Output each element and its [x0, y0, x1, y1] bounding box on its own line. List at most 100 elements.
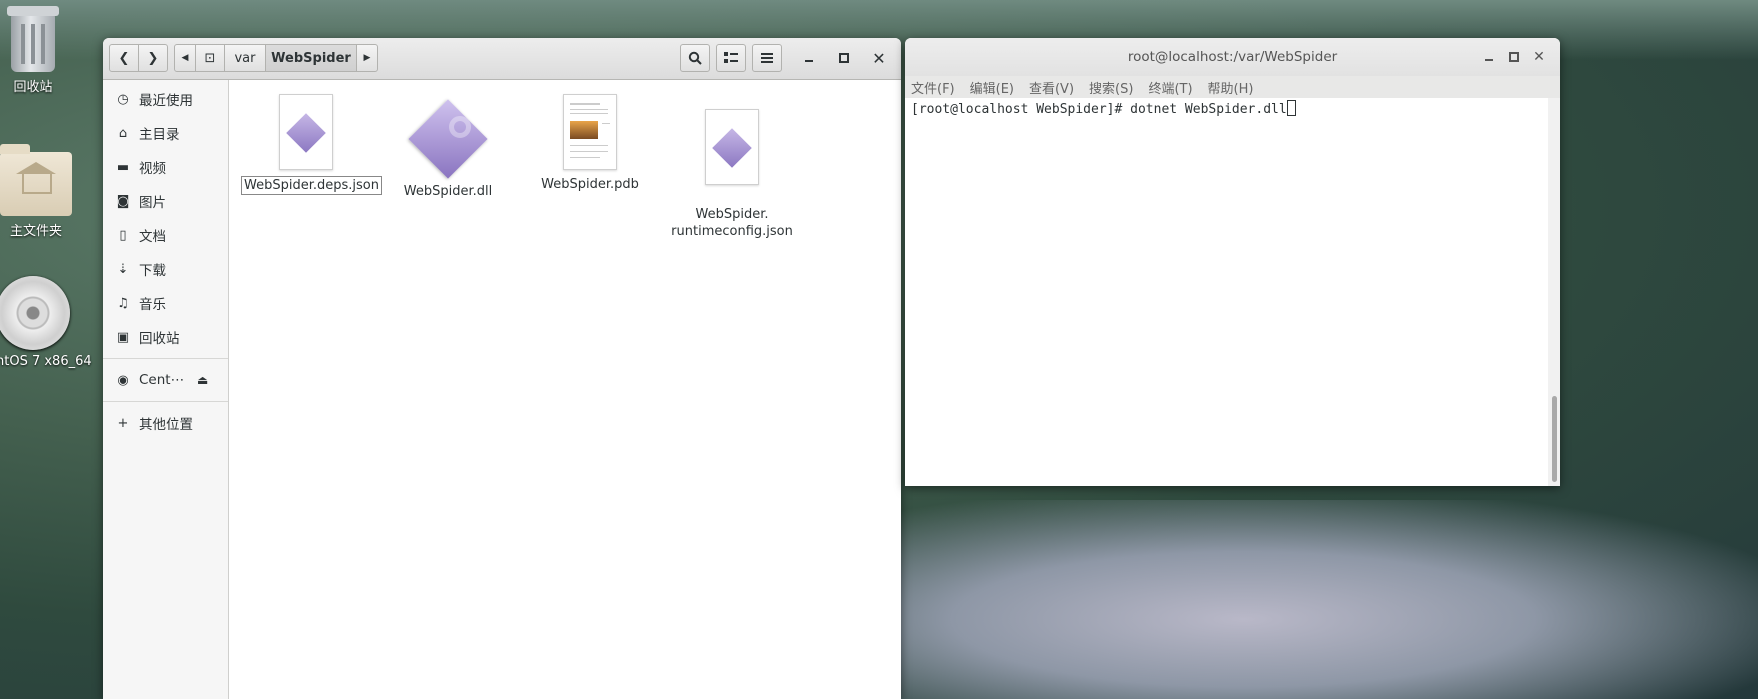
- terminal-window: root@localhost:/var/WebSpider ✕ 文件(F) 编辑…: [905, 38, 1560, 486]
- list-view-icon: [724, 52, 738, 63]
- file-item[interactable]: WebSpider.dll: [383, 94, 513, 200]
- terminal-minimize-button[interactable]: [1477, 45, 1501, 69]
- terminal-line: [root@localhost WebSpider]# dotnet WebSp…: [911, 100, 1542, 117]
- menu-edit[interactable]: 编辑(E): [970, 78, 1014, 97]
- terminal-menubar: 文件(F) 编辑(E) 查看(V) 搜索(S) 终端(T) 帮助(H): [905, 76, 1560, 99]
- camera-icon: ◙: [116, 193, 130, 209]
- sidebar-divider: [103, 401, 228, 402]
- drive-icon: ⊡: [204, 50, 216, 66]
- path-scroll-left-button[interactable]: ◀: [174, 44, 196, 72]
- eject-icon[interactable]: ⏏: [197, 373, 208, 387]
- sidebar-item-downloads[interactable]: ⇣ 下载: [103, 252, 228, 286]
- path-root-button[interactable]: ⊡: [195, 44, 225, 72]
- download-icon: ⇣: [117, 261, 129, 277]
- terminal-prompt: [root@localhost WebSpider]# dotnet WebSp…: [911, 102, 1287, 117]
- sidebar-item-label: Cent⋯: [139, 372, 185, 388]
- sidebar-item-centos-disc[interactable]: ◉ Cent⋯ ⏏: [103, 363, 228, 397]
- close-icon: ✕: [1533, 49, 1545, 65]
- menu-file[interactable]: 文件(F): [911, 78, 955, 97]
- json-file-icon: [279, 94, 333, 170]
- terminal-title: root@localhost:/var/WebSpider: [1127, 49, 1338, 65]
- close-button[interactable]: ✕: [867, 46, 891, 70]
- maximize-icon: [839, 53, 849, 63]
- chevron-left-icon: ❮: [118, 50, 130, 66]
- disc-icon: ◉: [117, 372, 129, 388]
- desktop-disc[interactable]: ntOS 7 x86_64: [0, 276, 92, 369]
- sidebar-item-label: 下载: [139, 263, 166, 279]
- disc-icon: [0, 276, 70, 350]
- pdb-file-icon: [563, 94, 617, 170]
- dll-file-icon: [408, 99, 488, 179]
- music-icon: ♫: [117, 295, 129, 311]
- menu-terminal[interactable]: 终端(T): [1148, 78, 1192, 97]
- desktop-trash-label: 回收站: [13, 80, 53, 95]
- files-window: ❮ ❯ ◀ ⊡ var WebSpider ▶ ✕ ◷ 最近使用 ⌂ 主目录 ▬ 视频…: [103, 38, 901, 699]
- files-sidebar: ◷ 最近使用 ⌂ 主目录 ▬ 视频 ◙ 图片 ▯ 文档 ⇣ 下载 ♫ 音乐 ▣ 回收站 ◉ Cen…: [103, 80, 229, 699]
- menu-help[interactable]: 帮助(H): [1208, 78, 1254, 97]
- path-segment-label: WebSpider: [271, 50, 351, 66]
- terminal-close-button[interactable]: ✕: [1527, 45, 1551, 69]
- sidebar-item-label: 图片: [139, 195, 166, 211]
- path-segment-label: var: [234, 50, 256, 66]
- trash-icon: ▣: [116, 329, 130, 345]
- sidebar-item-music[interactable]: ♫ 音乐: [103, 286, 228, 320]
- desktop-home-folder[interactable]: 主文件夹: [0, 144, 72, 239]
- sidebar-item-label: 回收站: [139, 331, 180, 347]
- file-item[interactable]: WebSpider. runtimeconfig.json: [667, 94, 797, 240]
- path-segment-var[interactable]: var: [224, 44, 266, 72]
- file-name: WebSpider.pdb: [541, 177, 639, 192]
- maximize-button[interactable]: [832, 46, 856, 70]
- desktop-trash[interactable]: 回收站: [4, 6, 62, 95]
- terminal-maximize-button[interactable]: [1502, 45, 1526, 69]
- sidebar-item-other-locations[interactable]: + 其他位置: [103, 406, 228, 440]
- minimize-button[interactable]: [797, 46, 821, 70]
- files-view: WebSpider.deps.json WebSpider.dll WebSpi…: [229, 80, 901, 699]
- search-button[interactable]: [680, 44, 710, 72]
- terminal-output[interactable]: [root@localhost WebSpider]# dotnet WebSp…: [905, 98, 1548, 486]
- hamburger-icon: [761, 53, 773, 63]
- chevron-right-icon: ❯: [147, 50, 159, 66]
- sidebar-divider: [103, 358, 228, 359]
- sidebar-item-recent[interactable]: ◷ 最近使用: [103, 82, 228, 116]
- desktop-background-haze: [900, 500, 1758, 699]
- file-item[interactable]: WebSpider.pdb: [525, 94, 655, 193]
- minimize-icon: [805, 60, 813, 62]
- triangle-right-icon: ▶: [363, 53, 371, 63]
- menu-search[interactable]: 搜索(S): [1089, 78, 1133, 97]
- sidebar-item-label: 视频: [139, 161, 166, 177]
- video-icon: ▬: [116, 159, 130, 175]
- sidebar-item-label: 最近使用: [139, 93, 193, 109]
- triangle-left-icon: ◀: [181, 53, 189, 63]
- minimize-icon: [1485, 59, 1493, 61]
- sidebar-item-pictures[interactable]: ◙ 图片: [103, 184, 228, 218]
- path-segment-webspider[interactable]: WebSpider: [265, 44, 357, 72]
- home-folder-icon: [0, 144, 72, 216]
- maximize-icon: [1509, 52, 1519, 62]
- plus-icon: +: [117, 415, 129, 431]
- back-button[interactable]: ❮: [109, 44, 139, 72]
- file-name: WebSpider. runtimeconfig.json: [671, 207, 793, 239]
- sidebar-item-videos[interactable]: ▬ 视频: [103, 150, 228, 184]
- file-name: WebSpider.deps.json: [241, 176, 382, 195]
- sidebar-item-trash[interactable]: ▣ 回收站: [103, 320, 228, 354]
- sidebar-item-label: 主目录: [139, 127, 180, 143]
- home-icon: ⌂: [118, 125, 128, 141]
- sidebar-item-label: 其他位置: [139, 417, 193, 433]
- view-mode-button[interactable]: [716, 44, 746, 72]
- menu-button[interactable]: [752, 44, 782, 72]
- sidebar-item-label: 文档: [139, 229, 166, 245]
- sidebar-item-label: 音乐: [139, 297, 166, 313]
- menu-view[interactable]: 查看(V): [1029, 78, 1074, 97]
- scrollbar-thumb[interactable]: [1552, 396, 1557, 482]
- sidebar-item-documents[interactable]: ▯ 文档: [103, 218, 228, 252]
- path-scroll-right-button[interactable]: ▶: [356, 44, 378, 72]
- terminal-scrollbar[interactable]: [1548, 98, 1560, 486]
- sidebar-item-home[interactable]: ⌂ 主目录: [103, 116, 228, 150]
- file-item[interactable]: WebSpider.deps.json: [241, 94, 382, 195]
- json-file-icon: [705, 109, 759, 185]
- forward-button[interactable]: ❯: [138, 44, 168, 72]
- trash-icon: [7, 6, 59, 72]
- close-icon: ✕: [872, 48, 886, 68]
- terminal-titlebar: root@localhost:/var/WebSpider ✕: [905, 38, 1560, 76]
- desktop-disc-label: ntOS 7 x86_64: [0, 354, 92, 369]
